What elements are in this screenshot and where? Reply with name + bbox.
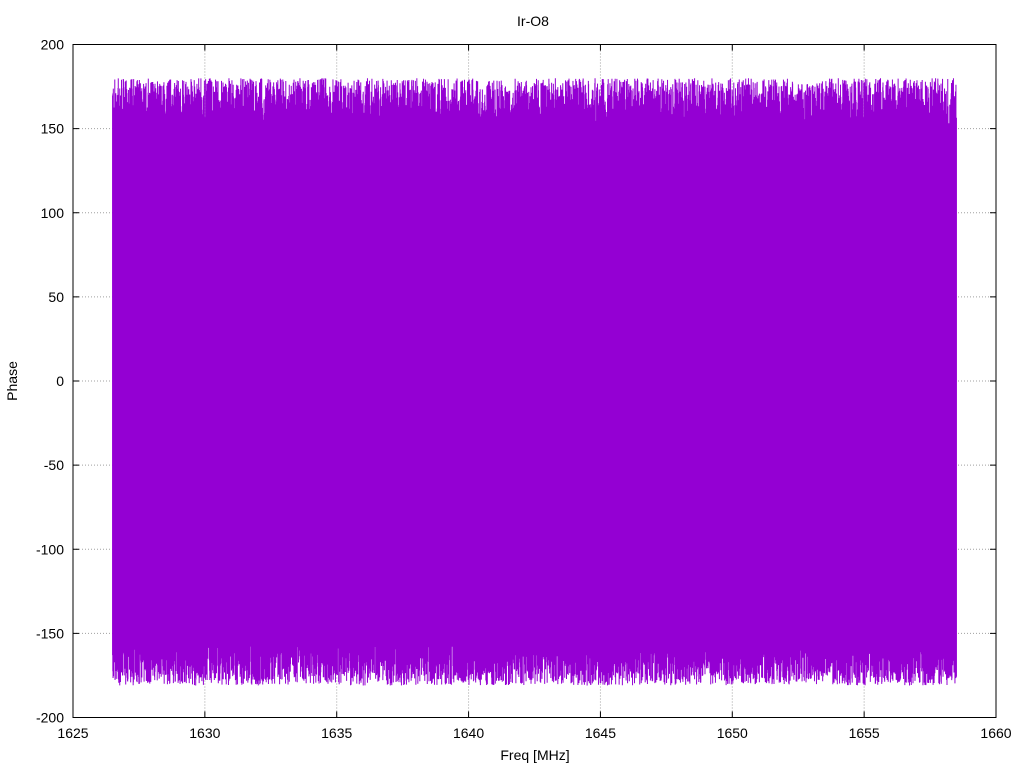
x-tick-label: 1625 [57,725,88,741]
y-tick-label: -150 [36,625,64,641]
x-axis-label: Freq [MHz] [500,747,569,763]
y-axis-label: Phase [4,361,20,401]
x-tick-label: 1640 [453,725,484,741]
x-tick-label: 1630 [189,725,220,741]
y-tick-label: 50 [48,289,64,305]
phase-series-line [112,78,957,686]
y-tick-label: 100 [41,205,65,221]
data-series [112,78,957,686]
x-tick-label: 1650 [717,725,748,741]
y-tick-label: -100 [36,541,64,557]
y-tick-label: -200 [36,710,64,726]
x-tick-label: 1655 [849,725,880,741]
phase-chart: Ir-O8 Phase Freq [MHz] 1625 1630 1635 1640 1… [4,13,1012,763]
x-tick-label: 1660 [980,725,1011,741]
y-tick-label: 0 [56,373,64,389]
y-tick-label: -50 [44,457,64,473]
y-tick-label: 150 [41,121,65,137]
x-tick-label: 1645 [585,725,616,741]
y-tick-label: 200 [41,37,65,53]
chart-container: Ir-O8 Phase Freq [MHz] 1625 1630 1635 1640 1… [0,0,1024,768]
chart-title: Ir-O8 [517,13,549,29]
x-tick-label: 1635 [321,725,352,741]
